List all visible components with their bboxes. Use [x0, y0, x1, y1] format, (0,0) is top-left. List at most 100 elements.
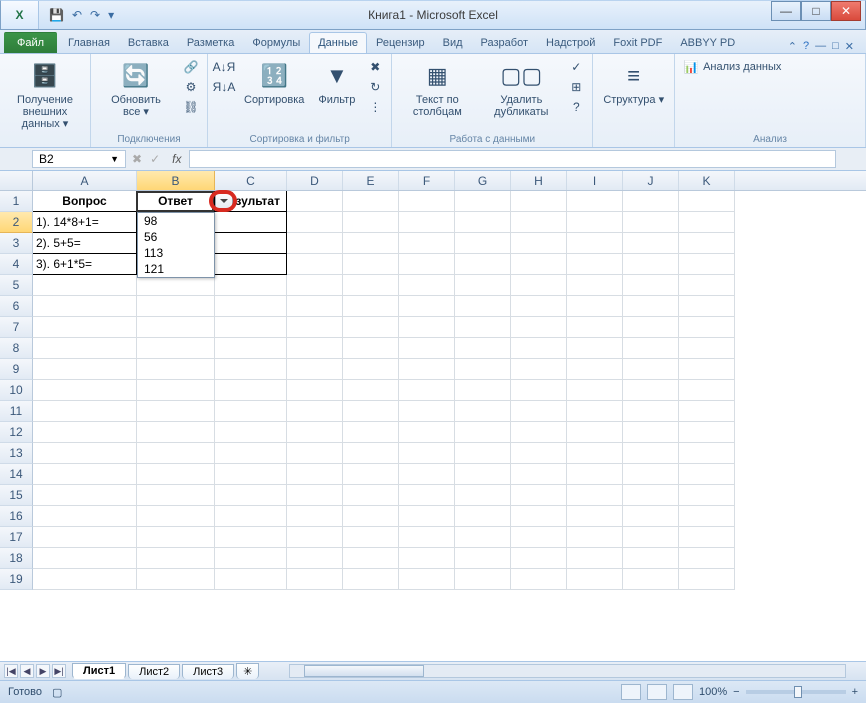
cell-A5[interactable] [33, 275, 137, 296]
cell-H6[interactable] [511, 296, 567, 317]
row-header-3[interactable]: 3 [0, 233, 33, 254]
cell-K8[interactable] [679, 338, 735, 359]
maximize-button[interactable]: □ [801, 1, 831, 21]
view-pagebreak-button[interactable] [673, 684, 693, 700]
cell-H12[interactable] [511, 422, 567, 443]
cell-E18[interactable] [343, 548, 399, 569]
cell-H11[interactable] [511, 401, 567, 422]
cell-H4[interactable] [511, 254, 567, 275]
connections-button[interactable]: 🔗 [181, 58, 201, 76]
dropdown-item[interactable]: 56 [138, 229, 214, 245]
col-header-G[interactable]: G [455, 171, 511, 190]
cell-E15[interactable] [343, 485, 399, 506]
view-layout-button[interactable] [647, 684, 667, 700]
cell-D12[interactable] [287, 422, 343, 443]
sheet-prev-icon[interactable]: ◀ [20, 664, 34, 678]
cell-C19[interactable] [215, 569, 287, 590]
cell-D9[interactable] [287, 359, 343, 380]
cell-J13[interactable] [623, 443, 679, 464]
cell-E5[interactable] [343, 275, 399, 296]
cell-J4[interactable] [623, 254, 679, 275]
cell-A7[interactable] [33, 317, 137, 338]
dropdown-item[interactable]: 121 [138, 261, 214, 277]
cell-J14[interactable] [623, 464, 679, 485]
workbook-close-icon[interactable]: ✕ [845, 40, 854, 53]
cell-G12[interactable] [455, 422, 511, 443]
cell-B12[interactable] [137, 422, 215, 443]
help-icon[interactable]: ? [803, 40, 809, 53]
cell-G2[interactable] [455, 212, 511, 233]
cell-J15[interactable] [623, 485, 679, 506]
row-header-18[interactable]: 18 [0, 548, 33, 569]
cell-J12[interactable] [623, 422, 679, 443]
cell-J10[interactable] [623, 380, 679, 401]
scrollbar-thumb[interactable] [304, 665, 424, 677]
cell-F6[interactable] [399, 296, 455, 317]
cell-B16[interactable] [137, 506, 215, 527]
cell-H17[interactable] [511, 527, 567, 548]
dropdown-item[interactable]: 113 [138, 245, 214, 261]
cell-I14[interactable] [567, 464, 623, 485]
cell-I3[interactable] [567, 233, 623, 254]
cell-E16[interactable] [343, 506, 399, 527]
cell-A13[interactable] [33, 443, 137, 464]
cell-C9[interactable] [215, 359, 287, 380]
cell-K4[interactable] [679, 254, 735, 275]
cell-J16[interactable] [623, 506, 679, 527]
cell-G11[interactable] [455, 401, 511, 422]
cell-G3[interactable] [455, 233, 511, 254]
cell-C10[interactable] [215, 380, 287, 401]
tab-view[interactable]: Вид [434, 32, 472, 53]
cell-K2[interactable] [679, 212, 735, 233]
tab-home[interactable]: Главная [59, 32, 119, 53]
cell-C15[interactable] [215, 485, 287, 506]
sheet-last-icon[interactable]: ▶| [52, 664, 66, 678]
cell-D17[interactable] [287, 527, 343, 548]
cell-A18[interactable] [33, 548, 137, 569]
cell-F8[interactable] [399, 338, 455, 359]
col-header-H[interactable]: H [511, 171, 567, 190]
cell-I7[interactable] [567, 317, 623, 338]
tab-abbyy[interactable]: ABBYY PD [671, 32, 744, 53]
get-external-data-button[interactable]: 🗄️ Получение внешних данных ▾ [6, 58, 84, 132]
cell-F16[interactable] [399, 506, 455, 527]
view-normal-button[interactable] [621, 684, 641, 700]
cell-D4[interactable] [287, 254, 343, 275]
cell-D10[interactable] [287, 380, 343, 401]
cell-H13[interactable] [511, 443, 567, 464]
cell-I12[interactable] [567, 422, 623, 443]
sort-button[interactable]: 🔢 Сортировка [240, 58, 308, 108]
cell-K1[interactable] [679, 191, 735, 212]
cell-D19[interactable] [287, 569, 343, 590]
cell-G1[interactable] [455, 191, 511, 212]
cell-E11[interactable] [343, 401, 399, 422]
cell-J6[interactable] [623, 296, 679, 317]
properties-button[interactable]: ⚙ [181, 78, 201, 96]
undo-icon[interactable]: ↶ [72, 8, 82, 22]
tab-foxit[interactable]: Foxit PDF [604, 32, 671, 53]
cell-I18[interactable] [567, 548, 623, 569]
cell-A9[interactable] [33, 359, 137, 380]
cell-E13[interactable] [343, 443, 399, 464]
save-icon[interactable]: 💾 [49, 8, 64, 22]
col-header-J[interactable]: J [623, 171, 679, 190]
row-header-13[interactable]: 13 [0, 443, 33, 464]
cell-H18[interactable] [511, 548, 567, 569]
tab-addins[interactable]: Надстрой [537, 32, 604, 53]
cell-F10[interactable] [399, 380, 455, 401]
tab-review[interactable]: Рецензир [367, 32, 434, 53]
cell-C11[interactable] [215, 401, 287, 422]
cell-A11[interactable] [33, 401, 137, 422]
cell-K7[interactable] [679, 317, 735, 338]
cell-G8[interactable] [455, 338, 511, 359]
col-header-K[interactable]: K [679, 171, 735, 190]
cell-J11[interactable] [623, 401, 679, 422]
tab-layout[interactable]: Разметка [178, 32, 244, 53]
text-to-columns-button[interactable]: ▦ Текст по столбцам [398, 58, 476, 120]
cell-K5[interactable] [679, 275, 735, 296]
cell-C7[interactable] [215, 317, 287, 338]
row-header-1[interactable]: 1 [0, 191, 33, 212]
tab-data[interactable]: Данные [309, 32, 367, 53]
data-validation-dropdown-button[interactable] [215, 192, 233, 210]
cell-G15[interactable] [455, 485, 511, 506]
